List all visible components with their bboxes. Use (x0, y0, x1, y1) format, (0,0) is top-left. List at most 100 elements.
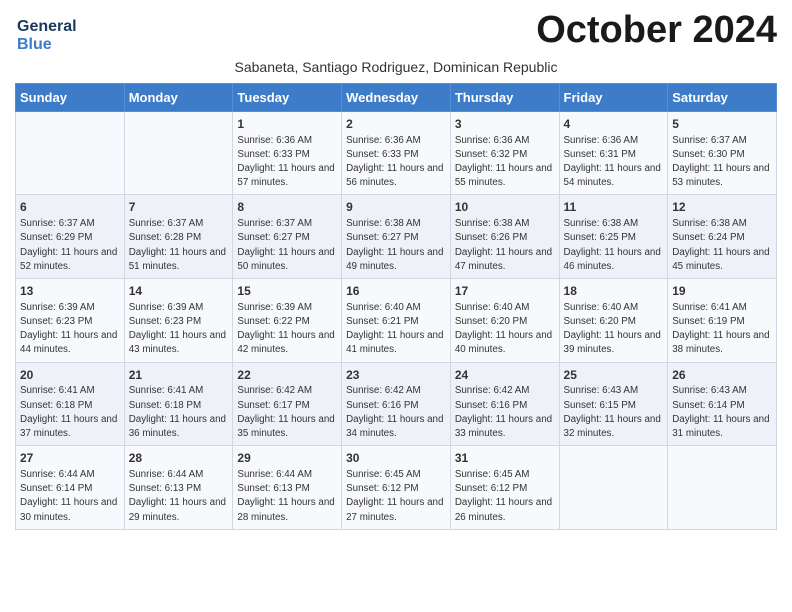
calendar-cell: 10Sunrise: 6:38 AM Sunset: 6:26 PM Dayli… (450, 195, 559, 279)
calendar-cell (16, 111, 125, 195)
weekday-header-tuesday: Tuesday (233, 83, 342, 111)
day-number: 1 (237, 116, 337, 133)
day-number: 23 (346, 367, 446, 384)
calendar-week-1: 1Sunrise: 6:36 AM Sunset: 6:33 PM Daylig… (16, 111, 777, 195)
calendar-cell: 18Sunrise: 6:40 AM Sunset: 6:20 PM Dayli… (559, 279, 668, 363)
calendar-cell: 5Sunrise: 6:37 AM Sunset: 6:30 PM Daylig… (668, 111, 777, 195)
calendar-page: General Blue General Blue October 2024 S… (0, 0, 792, 545)
day-number: 3 (455, 116, 555, 133)
weekday-header-sunday: Sunday (16, 83, 125, 111)
day-info: Sunrise: 6:41 AM Sunset: 6:18 PM Dayligh… (129, 384, 229, 441)
logo: General Blue General Blue (15, 18, 77, 55)
day-number: 9 (346, 199, 446, 216)
weekday-header-monday: Monday (124, 83, 233, 111)
calendar-cell: 7Sunrise: 6:37 AM Sunset: 6:28 PM Daylig… (124, 195, 233, 279)
day-number: 8 (237, 199, 337, 216)
day-number: 5 (672, 116, 772, 133)
calendar-week-4: 20 Sunrise: 6:41 AM Sunset: 6:18 PM Dayli… (16, 362, 777, 446)
calendar-cell: 24Sunrise: 6:42 AM Sunset: 6:16 PM Dayli… (450, 362, 559, 446)
calendar-cell: 2Sunrise: 6:36 AM Sunset: 6:33 PM Daylig… (342, 111, 451, 195)
day-info: Sunrise: 6:38 AM Sunset: 6:26 PM Dayligh… (455, 217, 555, 274)
day-number: 7 (129, 199, 229, 216)
calendar-cell: 3Sunrise: 6:36 AM Sunset: 6:32 PM Daylig… (450, 111, 559, 195)
day-info: Sunrise: 6:38 AM Sunset: 6:25 PM Dayligh… (564, 217, 664, 274)
month-title: October 2024 (536, 10, 777, 52)
day-number: 19 (672, 283, 772, 300)
calendar-week-3: 13Sunrise: 6:39 AM Sunset: 6:23 PM Dayli… (16, 279, 777, 363)
day-number: 21 (129, 367, 229, 384)
day-number: 28 (129, 450, 229, 467)
day-number: 31 (455, 450, 555, 467)
day-info: Sunrise: 6:37 AM Sunset: 6:30 PM Dayligh… (672, 134, 772, 191)
weekday-header-row: SundayMondayTuesdayWednesdayThursdayFrid… (16, 83, 777, 111)
calendar-cell: 25Sunrise: 6:43 AM Sunset: 6:15 PM Dayli… (559, 362, 668, 446)
day-number: 13 (20, 283, 120, 300)
day-number: 14 (129, 283, 229, 300)
day-info: Sunrise: 6:37 AM Sunset: 6:28 PM Dayligh… (129, 217, 229, 274)
calendar-cell: 1Sunrise: 6:36 AM Sunset: 6:33 PM Daylig… (233, 111, 342, 195)
calendar-week-5: 27Sunrise: 6:44 AM Sunset: 6:14 PM Dayli… (16, 446, 777, 530)
day-info: Sunrise: 6:36 AM Sunset: 6:33 PM Dayligh… (237, 134, 337, 191)
day-number: 22 (237, 367, 337, 384)
calendar-week-2: 6Sunrise: 6:37 AM Sunset: 6:29 PM Daylig… (16, 195, 777, 279)
calendar-cell (668, 446, 777, 530)
calendar-cell: 30Sunrise: 6:45 AM Sunset: 6:12 PM Dayli… (342, 446, 451, 530)
day-number: 20 (20, 367, 120, 384)
day-info: Sunrise: 6:37 AM Sunset: 6:27 PM Dayligh… (237, 217, 337, 274)
calendar-cell (124, 111, 233, 195)
day-info: Sunrise: 6:45 AM Sunset: 6:12 PM Dayligh… (455, 468, 555, 525)
day-number: 26 (672, 367, 772, 384)
day-info: Sunrise: 6:38 AM Sunset: 6:24 PM Dayligh… (672, 217, 772, 274)
calendar-cell: 21Sunrise: 6:41 AM Sunset: 6:18 PM Dayli… (124, 362, 233, 446)
calendar-cell: 17Sunrise: 6:40 AM Sunset: 6:20 PM Dayli… (450, 279, 559, 363)
calendar-cell: 15Sunrise: 6:39 AM Sunset: 6:22 PM Dayli… (233, 279, 342, 363)
calendar-cell: 28Sunrise: 6:44 AM Sunset: 6:13 PM Dayli… (124, 446, 233, 530)
calendar-cell: 22Sunrise: 6:42 AM Sunset: 6:17 PM Dayli… (233, 362, 342, 446)
day-info: Sunrise: 6:44 AM Sunset: 6:14 PM Dayligh… (20, 468, 120, 525)
calendar-cell: 20Sunrise: 6:41 AM Sunset: 6:18 PM Dayli… (16, 362, 125, 446)
calendar-cell (559, 446, 668, 530)
day-info: Sunrise: 6:36 AM Sunset: 6:31 PM Dayligh… (564, 134, 664, 191)
day-info: Sunrise: 6:40 AM Sunset: 6:20 PM Dayligh… (455, 301, 555, 358)
day-info: Sunrise: 6:41 AM Sunset: 6:19 PM Dayligh… (672, 301, 772, 358)
day-number: 2 (346, 116, 446, 133)
subtitle: Sabaneta, Santiago Rodriguez, Dominican … (15, 59, 777, 75)
day-info: Sunrise: 6:43 AM Sunset: 6:14 PM Dayligh… (672, 384, 772, 441)
calendar-cell: 6Sunrise: 6:37 AM Sunset: 6:29 PM Daylig… (16, 195, 125, 279)
day-number: 17 (455, 283, 555, 300)
calendar-cell: 27Sunrise: 6:44 AM Sunset: 6:14 PM Dayli… (16, 446, 125, 530)
day-info: Sunrise: 6:42 AM Sunset: 6:16 PM Dayligh… (455, 384, 555, 441)
day-number: 6 (20, 199, 120, 216)
calendar-cell: 8Sunrise: 6:37 AM Sunset: 6:27 PM Daylig… (233, 195, 342, 279)
day-number: 30 (346, 450, 446, 467)
day-info: Sunrise: 6:37 AM Sunset: 6:29 PM Dayligh… (20, 217, 120, 274)
day-number: 16 (346, 283, 446, 300)
calendar-cell: 9Sunrise: 6:38 AM Sunset: 6:27 PM Daylig… (342, 195, 451, 279)
day-info: Sunrise: 6:43 AM Sunset: 6:15 PM Dayligh… (564, 384, 664, 441)
title-section: October 2024 (536, 10, 777, 52)
calendar-body: 1Sunrise: 6:36 AM Sunset: 6:33 PM Daylig… (16, 111, 777, 529)
calendar-cell: 26Sunrise: 6:43 AM Sunset: 6:14 PM Dayli… (668, 362, 777, 446)
day-info: Sunrise: 6:44 AM Sunset: 6:13 PM Dayligh… (129, 468, 229, 525)
day-number: 25 (564, 367, 664, 384)
weekday-header-wednesday: Wednesday (342, 83, 451, 111)
day-info: Sunrise: 6:40 AM Sunset: 6:21 PM Dayligh… (346, 301, 446, 358)
day-number: 27 (20, 450, 120, 467)
day-number: 11 (564, 199, 664, 216)
day-info: Sunrise: 6:38 AM Sunset: 6:27 PM Dayligh… (346, 217, 446, 274)
day-number: 10 (455, 199, 555, 216)
calendar-cell: 19Sunrise: 6:41 AM Sunset: 6:19 PM Dayli… (668, 279, 777, 363)
day-info: Sunrise: 6:39 AM Sunset: 6:22 PM Dayligh… (237, 301, 337, 358)
calendar-cell: 13Sunrise: 6:39 AM Sunset: 6:23 PM Dayli… (16, 279, 125, 363)
calendar-cell: 14Sunrise: 6:39 AM Sunset: 6:23 PM Dayli… (124, 279, 233, 363)
day-number: 4 (564, 116, 664, 133)
day-info: Sunrise: 6:42 AM Sunset: 6:16 PM Dayligh… (346, 384, 446, 441)
calendar-cell: 16Sunrise: 6:40 AM Sunset: 6:21 PM Dayli… (342, 279, 451, 363)
calendar-cell: 4Sunrise: 6:36 AM Sunset: 6:31 PM Daylig… (559, 111, 668, 195)
logo-general: General (17, 18, 77, 36)
day-info: Sunrise: 6:45 AM Sunset: 6:12 PM Dayligh… (346, 468, 446, 525)
day-number: 15 (237, 283, 337, 300)
calendar-cell: 23Sunrise: 6:42 AM Sunset: 6:16 PM Dayli… (342, 362, 451, 446)
day-number: 24 (455, 367, 555, 384)
day-info: Sunrise: 6:36 AM Sunset: 6:33 PM Dayligh… (346, 134, 446, 191)
